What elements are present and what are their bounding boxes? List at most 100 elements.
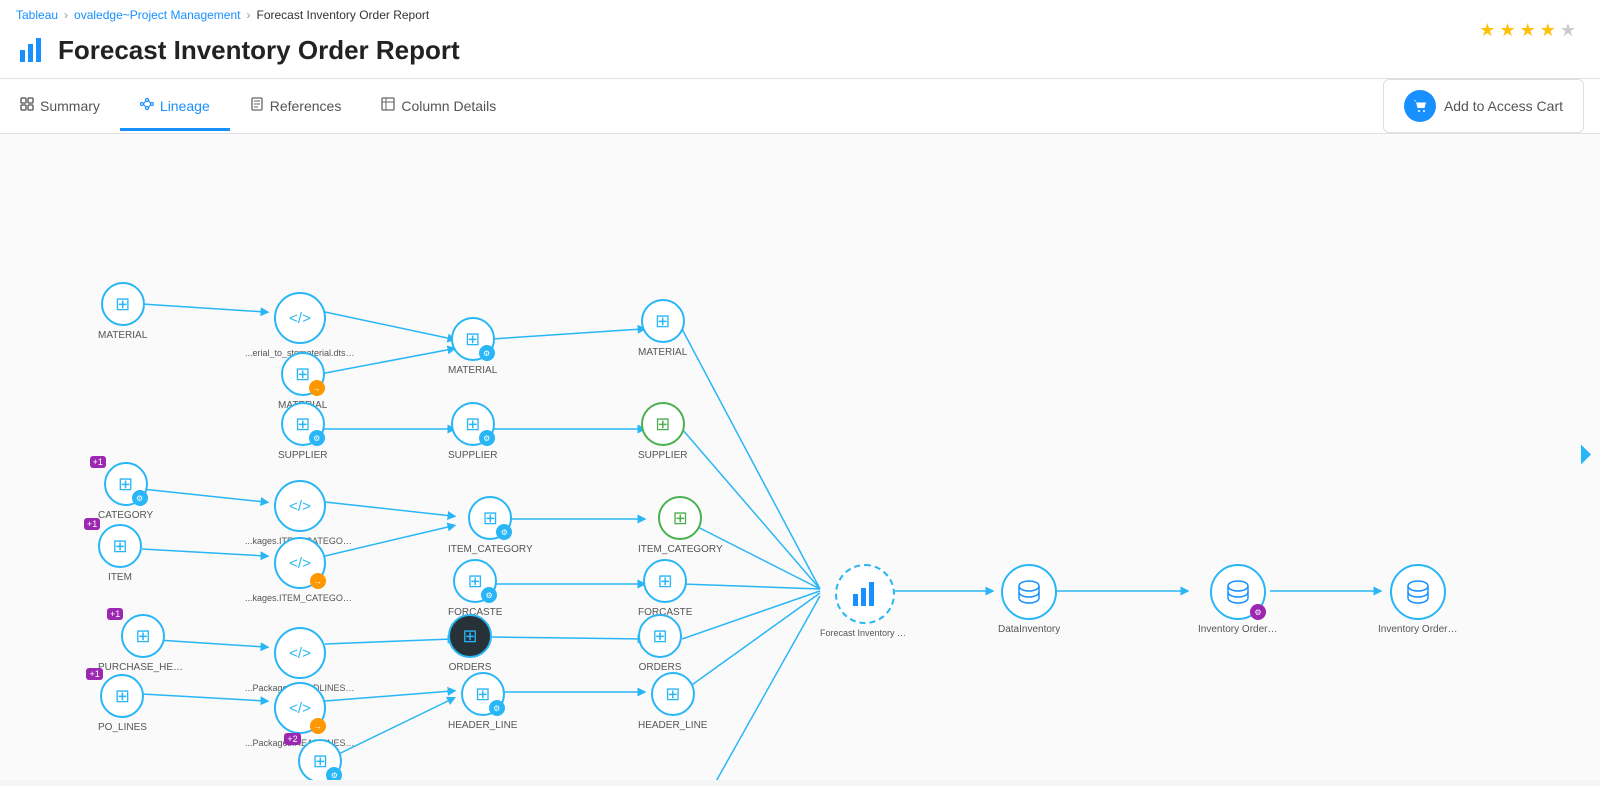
node-label-material-mid: MATERIAL <box>448 365 497 376</box>
node-label-item-source: ITEM <box>108 572 132 583</box>
node-supplier-src[interactable]: ⊞ ⚙ SUPPLIER <box>278 402 327 461</box>
tab-lineage[interactable]: Lineage <box>120 81 230 131</box>
page-header: Forecast Inventory Order Report <box>16 26 1584 78</box>
node-inventory-order-report[interactable]: Inventory Order Report <box>1378 564 1458 635</box>
node-item-category-bot[interactable]: +2 ⊞ ⚙ ITEM_CATEGORY <box>278 739 363 780</box>
node-header-line-mid[interactable]: ⊞ ⚙ HEADER_LINE <box>448 672 517 731</box>
node-label-item-cat-flow2: ...kages.ITEM_CATEGORYS.dtsx.Data Flow T… <box>245 593 355 603</box>
tab-column-details[interactable]: Column Details <box>361 81 516 131</box>
node-item-category-mid[interactable]: ⊞ ⚙ ITEM_CATEGORY <box>448 496 533 555</box>
node-circle-item-cat-flow2: </> → <box>274 537 326 589</box>
node-circle-header-line-mid: ⊞ ⚙ <box>461 672 505 716</box>
node-label-material-right: MATERIAL <box>638 347 687 358</box>
tab-references-label: References <box>270 98 342 114</box>
lineage-icon <box>140 97 154 114</box>
node-label-header-line-mid: HEADER_LINE <box>448 720 517 731</box>
node-circle-material-right: ⊞ <box>641 299 685 343</box>
star-1[interactable]: ★ <box>1479 20 1495 41</box>
node-label-purchase-header: PURCHASE_HEADER <box>98 662 188 673</box>
node-material-right[interactable]: ⊞ MATERIAL <box>638 299 687 358</box>
node-inventory-order-reportdb[interactable]: ⚙ Inventory Order ReportDB <box>1198 564 1278 635</box>
node-circle-po-lines: +1 ⊞ <box>100 674 144 718</box>
node-header-line-right[interactable]: ⊞ HEADER_LINE <box>638 672 707 731</box>
node-material-source[interactable]: ⊞ MATERIAL <box>98 282 147 341</box>
node-label-item-cat-right: ITEM_CATEGORY <box>638 544 723 555</box>
tabs-row: Summary Lineage <box>0 79 1600 134</box>
badge-gear-forcaste-mid: ⚙ <box>481 587 497 603</box>
node-item-source[interactable]: +1 ⊞ ITEM <box>98 524 142 583</box>
node-material-flow[interactable]: </> ...erial_to_stgmaterial.dtsx.Data Fl… <box>245 292 355 358</box>
node-label-forecast-report: Forecast Inventory Order Report <box>820 628 910 638</box>
node-forcaste-mid[interactable]: ⊞ ⚙ FORCASTE <box>448 559 502 618</box>
star-5[interactable]: ★ <box>1560 20 1576 41</box>
node-circle-orders-mid: ⊞ <box>448 614 492 658</box>
node-circle-item-cat-right: ⊞ <box>658 496 702 540</box>
breadcrumb-current: Forecast Inventory Order Report <box>257 8 430 22</box>
star-4[interactable]: ★ <box>1540 20 1556 41</box>
node-circle-inventory-order-report <box>1390 564 1446 620</box>
badge-arrow-headlines: → <box>310 718 326 734</box>
node-material-mid[interactable]: ⊞ ⚙ MATERIAL <box>448 317 497 376</box>
node-label-supplier-mid: SUPPLIER <box>448 450 497 461</box>
badge-gear-header-line-mid: ⚙ <box>489 700 505 716</box>
node-data-inventory[interactable]: DataInventory <box>998 564 1060 635</box>
breadcrumb-sep-1: › <box>64 8 68 22</box>
node-item-category-flow2[interactable]: </> → ...kages.ITEM_CATEGORYS.dtsx.Data … <box>245 537 355 603</box>
node-circle-material-mid: ⊞ ⚙ <box>451 317 495 361</box>
badge-gear-item-cat-bot: ⚙ <box>326 767 342 780</box>
node-label-item-cat-mid: ITEM_CATEGORY <box>448 544 533 555</box>
node-circle-item-source: +1 ⊞ <box>98 524 142 568</box>
node-circle-supplier-right: ⊞ <box>641 402 685 446</box>
badge-gear-inventory-db: ⚙ <box>1250 604 1266 620</box>
node-po-lines-source[interactable]: +1 ⊞ PO_LINES <box>98 674 147 733</box>
star-3[interactable]: ★ <box>1520 20 1536 41</box>
plus-badge-category: +1 <box>90 456 106 468</box>
node-supplier-right[interactable]: ⊞ SUPPLIER <box>638 402 687 461</box>
node-circle-forecast-report <box>835 564 895 624</box>
star-2[interactable]: ★ <box>1499 20 1515 41</box>
add-to-cart-button[interactable]: Add to Access Cart <box>1383 79 1584 133</box>
node-purchase-header-source[interactable]: +1 ⊞ PURCHASE_HEADER <box>98 614 188 673</box>
node-circle-item-cat-bot: +2 ⊞ ⚙ <box>298 739 342 780</box>
badge-arrow-item-cat: → <box>310 573 326 589</box>
badge-arrow-material-src2: → <box>309 380 325 396</box>
node-orders-right[interactable]: ⊞ ORDERS <box>638 614 682 673</box>
references-icon <box>250 97 264 114</box>
node-label-inventory-order-report: Inventory Order Report <box>1378 624 1458 635</box>
node-circle-forcaste-mid: ⊞ ⚙ <box>453 559 497 603</box>
node-circle-headlines-flow1: </> <box>274 627 326 679</box>
node-label-supplier-right: SUPPLIER <box>638 450 687 461</box>
node-forcaste-right[interactable]: ⊞ FORCASTE <box>638 559 692 618</box>
tab-references[interactable]: References <box>230 81 362 131</box>
tab-summary-label: Summary <box>40 98 100 114</box>
stars-rating[interactable]: ★ ★ ★ ★ ★ <box>1479 20 1576 41</box>
breadcrumb-sep-2: › <box>247 8 251 22</box>
node-circle-inventory-order-reportdb: ⚙ <box>1210 564 1266 620</box>
badge-gear-supplier-src: ⚙ <box>309 430 325 446</box>
plus-badge-purchase-header: +1 <box>107 608 123 620</box>
node-category-source[interactable]: +1 ⊞ ⚙ CATEGORY <box>98 462 153 521</box>
breadcrumb: Tableau › ovaledge~Project Management › … <box>16 0 1584 26</box>
badge-gear-category: ⚙ <box>132 490 148 506</box>
badge-gear-material-mid: ⚙ <box>479 345 495 361</box>
node-label-header-line-right: HEADER_LINE <box>638 720 707 731</box>
breadcrumb-tableau[interactable]: Tableau <box>16 8 58 22</box>
breadcrumb-project[interactable]: ovaledge~Project Management <box>74 8 240 22</box>
tab-summary[interactable]: Summary <box>0 81 120 131</box>
lineage-connections <box>0 134 1600 780</box>
node-circle-orders-right: ⊞ <box>638 614 682 658</box>
column-details-icon <box>381 97 395 114</box>
node-label-data-inventory: DataInventory <box>998 624 1060 635</box>
node-circle-category-source: +1 ⊞ ⚙ <box>104 462 148 506</box>
plus-badge-item: +1 <box>84 518 100 530</box>
page-icon <box>16 34 48 66</box>
node-orders-mid[interactable]: ⊞ ORDERS <box>448 614 492 673</box>
cart-icon <box>1404 90 1436 122</box>
node-circle-purchase-header: +1 ⊞ <box>121 614 165 658</box>
plus-badge-po-lines: +1 <box>86 668 102 680</box>
expand-right-arrow[interactable] <box>1576 435 1596 480</box>
node-forecast-report[interactable]: Forecast Inventory Order Report <box>820 564 910 638</box>
node-supplier-mid[interactable]: ⊞ ⚙ SUPPLIER <box>448 402 497 461</box>
tabs-container: Summary Lineage <box>0 81 1383 131</box>
node-item-category-right[interactable]: ⊞ ITEM_CATEGORY <box>638 496 723 555</box>
